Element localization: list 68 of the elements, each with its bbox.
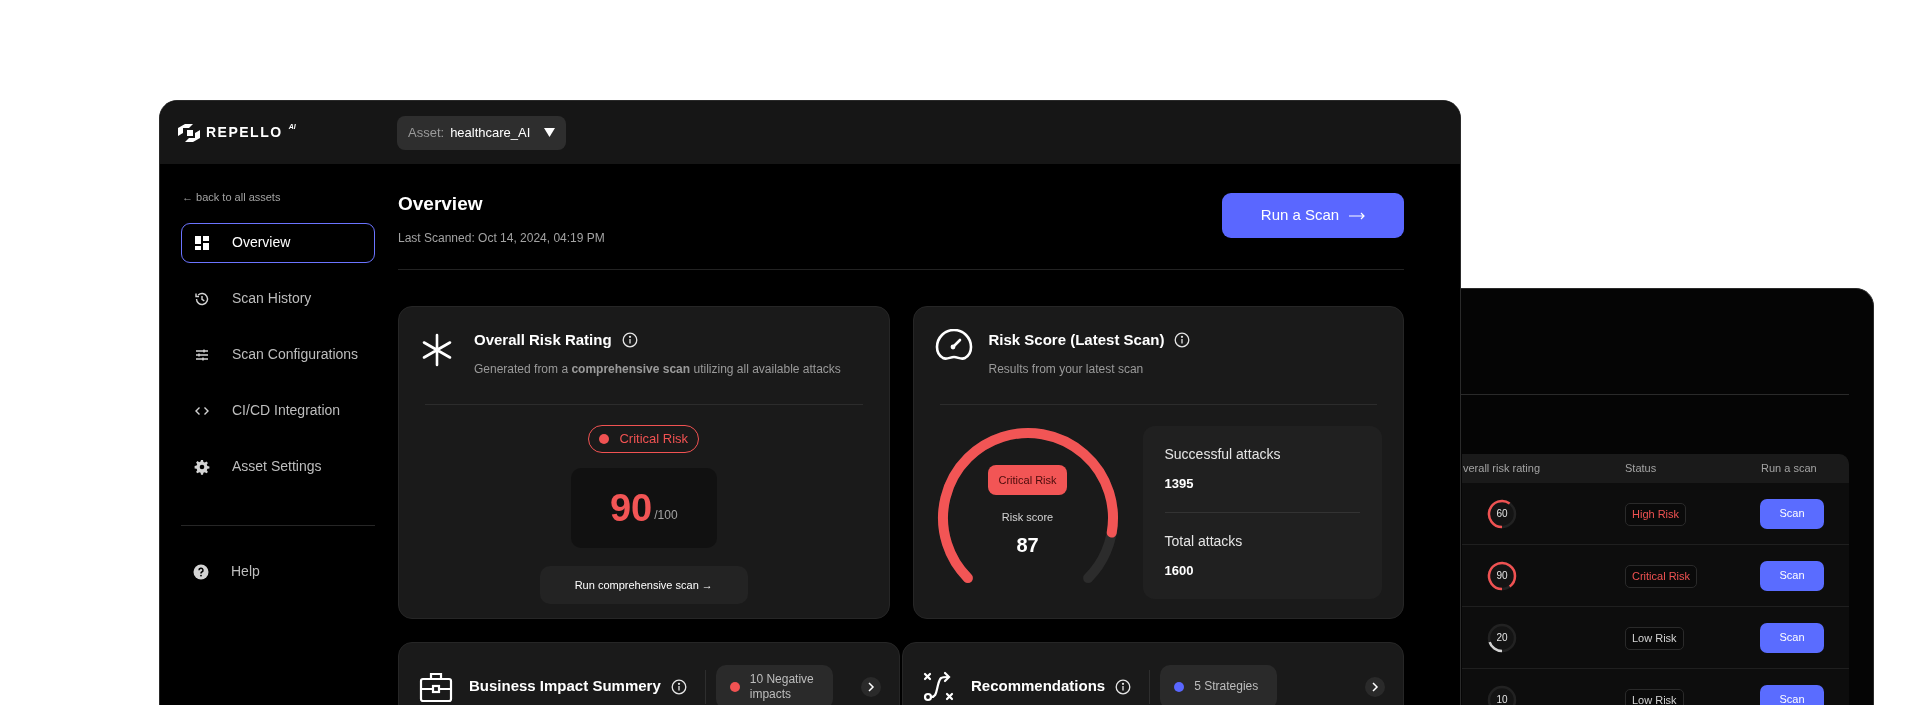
column-header: verall risk rating [1462,461,1542,477]
status-tag: Low Risk [1625,627,1684,650]
card-description: Results from your latest scan [988,361,1145,378]
rating-value: 10 [1496,693,1508,705]
stat-value: 1395 [1164,475,1195,493]
settings-icon [194,458,210,475]
card-title: Business Impact Summery [469,676,661,697]
asterisk-icon [420,332,454,367]
status-dot-icon [599,434,610,444]
asset-value: healthcare_AI [450,123,531,142]
comprehensive-scan-button[interactable]: Run comprehensive scan → [539,566,748,604]
caret-icon [544,128,556,137]
critical-risk-badge: Critical Risk [988,465,1067,495]
dashboard-icon [194,234,210,251]
column-header: Status [1625,461,1658,477]
logo-icon [178,123,200,142]
info-icon [1174,331,1191,348]
card-title: Risk Score (Latest Scan) [988,329,1165,350]
back-link[interactable]: ← back to all assets [181,189,375,206]
gauge-arc [1487,499,1511,528]
gauge-arc [1488,641,1503,652]
scan-button[interactable]: Scan [1760,684,1824,705]
risk-score-value: 90 [609,489,653,527]
card-title: Overall Risk Rating [474,329,612,350]
sidebar-item[interactable]: CI/CD Integration [181,390,375,431]
route-icon [923,670,955,703]
logo-text: REPELLO [206,123,283,142]
chevron-right-icon [867,681,875,692]
help-item[interactable]: Help [181,553,375,590]
info-icon [670,678,687,695]
summary-pill: 10 Negative impacts [715,664,833,705]
card-description: Generated from a comprehensive scan utilizing all available attacks [474,361,841,378]
column-header: Run a scan [1761,461,1817,477]
rating-value: 90 [1496,569,1508,583]
arrow-icon [1349,211,1366,220]
card-title: Recommendations [971,676,1106,697]
score-label: Risk score [1001,510,1054,525]
stat-value: 1600 [1164,561,1195,580]
score-max: /100 [654,507,678,524]
page-title: Overview [398,192,484,216]
history-icon [194,290,210,307]
stat-label: Total attacks [1164,531,1244,551]
sidebar-item[interactable]: Asset Settings [181,446,375,487]
chevron-button[interactable] [1365,676,1385,697]
help-icon [193,563,209,580]
scan-button[interactable]: Scan [1760,622,1824,653]
asset-label: Asset: [408,123,445,142]
summary-pill: 5 Strategies [1160,664,1278,705]
rating-value: 20 [1496,631,1508,645]
last-scanned-text: Last Scanned: Oct 14, 2024, 04:19 PM [398,229,605,247]
status-tag: Low Risk [1625,689,1684,705]
scan-button[interactable]: Scan [1760,560,1824,591]
chevron-right-icon [1371,681,1379,692]
status-tag: Critical Risk [1625,565,1698,588]
risk-score-value: 87 [1016,532,1039,558]
sidebar-item[interactable]: Overview [181,222,375,263]
info-icon [1115,678,1132,695]
chevron-button[interactable] [861,676,881,697]
run-scan-button[interactable]: Run a Scan [1222,193,1404,238]
sidebar-item[interactable]: Scan Configurations [181,334,375,375]
rating-value: 60 [1496,507,1508,521]
info-icon [621,331,638,348]
speedometer-icon [934,328,973,363]
stat-label: Successful attacks [1164,445,1282,464]
asset-dropdown[interactable]: Asset: healthcare_AI [397,115,567,150]
status-tag: High Risk [1625,503,1687,526]
sidebar-item[interactable]: Scan History [181,278,375,319]
scan-button[interactable]: Scan [1760,498,1824,529]
